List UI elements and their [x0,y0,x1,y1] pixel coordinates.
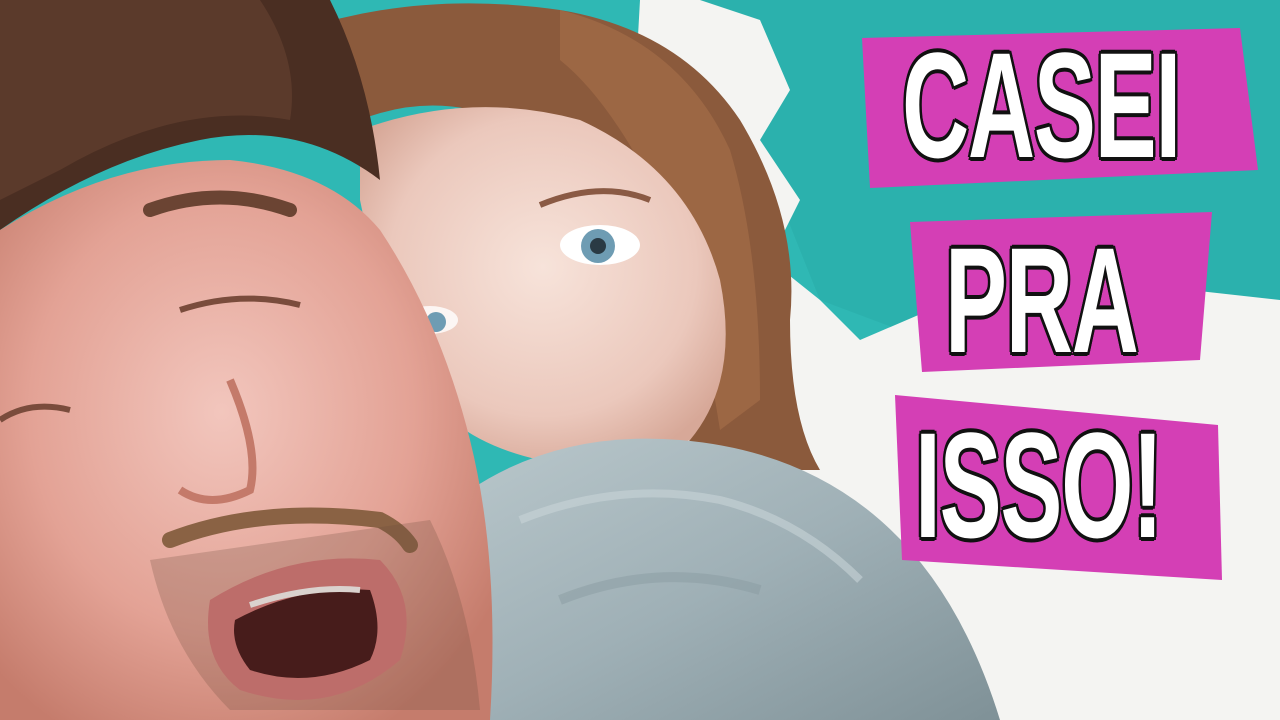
thumbnail: CASEI PRA ISSO! [0,0,1280,720]
headline-line-2: PRA [945,216,1139,384]
headline-line-1: CASEI [902,21,1181,189]
headline-line-3: ISSO! [915,401,1163,569]
